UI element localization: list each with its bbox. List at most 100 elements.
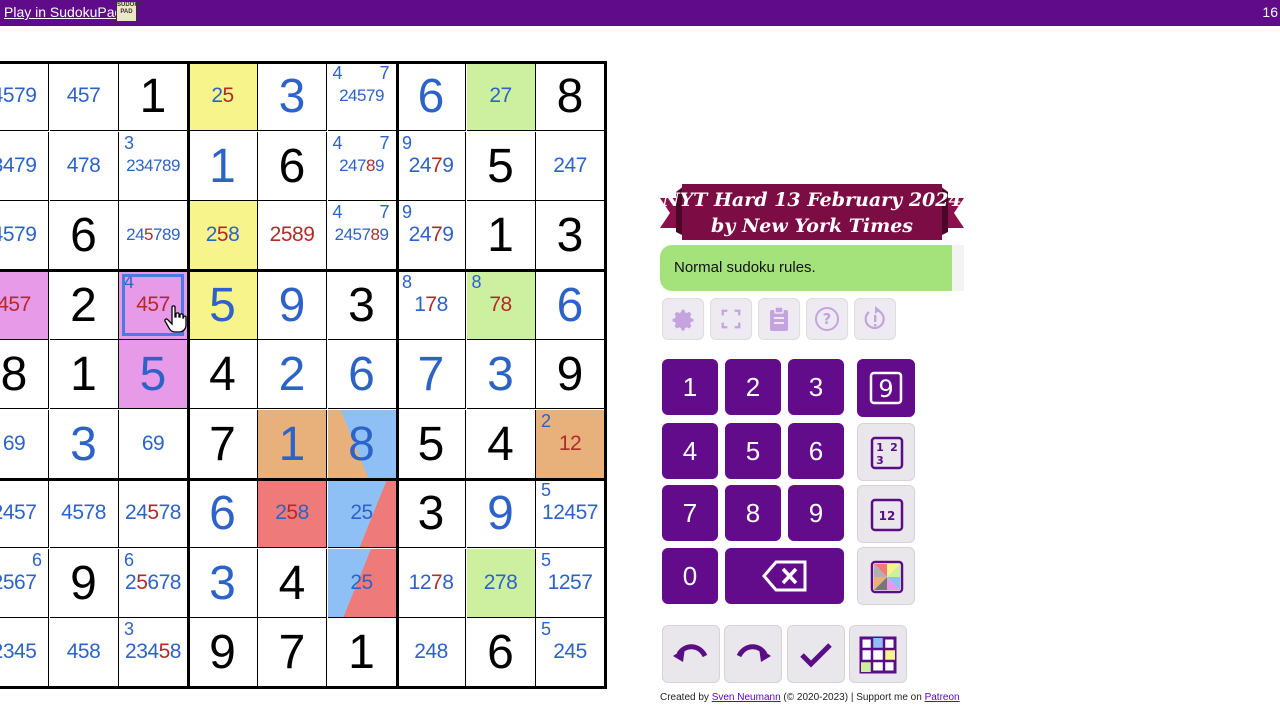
grid-cell-r1c1[interactable]: 4579	[0, 62, 49, 131]
grid-cell-r2c7[interactable]: 24799	[397, 131, 466, 201]
grid-cell-r2c1[interactable]: 3479	[0, 131, 49, 201]
grid-cell-r7c5[interactable]: 258	[258, 479, 327, 548]
grid-cell-r4c9[interactable]: 6	[536, 270, 605, 340]
check-button[interactable]	[787, 625, 845, 683]
grid-cell-r6c4[interactable]: 7	[188, 409, 258, 479]
grid-cell-r1c4[interactable]: 25	[188, 62, 258, 131]
grid-cell-r1c9[interactable]: 8	[536, 62, 605, 131]
digit-key-0[interactable]: 0	[662, 548, 718, 604]
grid-cell-r9c5[interactable]: 7	[258, 618, 327, 687]
grid-cell-r5c8[interactable]: 3	[466, 340, 536, 409]
restart-button[interactable]	[854, 298, 896, 340]
grid-cell-r8c5[interactable]: 4	[258, 548, 327, 618]
grid-cell-r5c4[interactable]: 4	[188, 340, 258, 409]
grid-cell-r1c5[interactable]: 3	[258, 62, 327, 131]
grid-cell-r4c6[interactable]: 3	[327, 270, 397, 340]
corner-mode-button[interactable]: 123	[857, 423, 915, 481]
grid-cell-r3c7[interactable]: 24799	[397, 201, 466, 270]
sudokupad-logo[interactable]: SUDOKU PAD	[116, 1, 143, 22]
grid-cell-r7c3[interactable]: 24578	[119, 479, 188, 548]
grid-cell-r7c7[interactable]: 3	[397, 479, 466, 548]
digit-key-8[interactable]: 8	[725, 485, 781, 541]
clipboard-button[interactable]	[758, 298, 800, 340]
normal-mode-button[interactable]: 9	[857, 359, 915, 417]
grid-button[interactable]	[849, 625, 907, 683]
author-link[interactable]: Sven Neumann	[712, 692, 781, 703]
centre-mode-button[interactable]: 12	[857, 485, 915, 543]
grid-cell-r9c3[interactable]: 234583	[119, 618, 188, 687]
play-in-sudokupad-link[interactable]: Play in SudokuPad	[4, 4, 122, 20]
grid-cell-r6c9[interactable]: 122	[536, 409, 605, 479]
grid-cell-r7c4[interactable]: 6	[188, 479, 258, 548]
grid-cell-r7c6[interactable]: 25	[327, 479, 397, 548]
grid-cell-r4c5[interactable]: 9	[258, 270, 327, 340]
grid-cell-r1c8[interactable]: 27	[466, 62, 536, 131]
grid-cell-r8c9[interactable]: 12575	[536, 548, 605, 618]
digit-key-3[interactable]: 3	[788, 359, 844, 415]
grid-cell-r5c6[interactable]: 6	[327, 340, 397, 409]
grid-cell-r2c5[interactable]: 6	[258, 131, 327, 201]
grid-cell-r3c3[interactable]: 245789	[119, 201, 188, 270]
delete-button[interactable]	[725, 548, 844, 604]
grid-cell-r9c2[interactable]: 458	[49, 618, 119, 687]
grid-cell-r1c3[interactable]: 1	[119, 62, 188, 131]
grid-cell-r8c6[interactable]: 25	[327, 548, 397, 618]
digit-key-5[interactable]: 5	[725, 423, 781, 479]
grid-cell-r9c7[interactable]: 248	[397, 618, 466, 687]
grid-cell-r2c2[interactable]: 478	[49, 131, 119, 201]
grid-cell-r6c3[interactable]: 69	[119, 409, 188, 479]
grid-cell-r5c2[interactable]: 1	[49, 340, 119, 409]
grid-cell-r7c9[interactable]: 124575	[536, 479, 605, 548]
grid-cell-r4c2[interactable]: 2	[49, 270, 119, 340]
grid-cell-r5c1[interactable]: 8	[0, 340, 49, 409]
grid-cell-r3c6[interactable]: 24578947	[327, 201, 397, 270]
digit-key-6[interactable]: 6	[788, 423, 844, 479]
grid-cell-r8c8[interactable]: 278	[466, 548, 536, 618]
patreon-link[interactable]: Patreon	[925, 692, 960, 703]
grid-cell-r7c1[interactable]: 2457	[0, 479, 49, 548]
grid-cell-r6c2[interactable]: 3	[49, 409, 119, 479]
grid-cell-r4c4[interactable]: 5	[188, 270, 258, 340]
grid-cell-r9c8[interactable]: 6	[466, 618, 536, 687]
digit-key-9[interactable]: 9	[788, 485, 844, 541]
grid-cell-r4c1[interactable]: 457	[0, 270, 49, 340]
grid-cell-r7c2[interactable]: 4578	[49, 479, 119, 548]
grid-cell-r2c9[interactable]: 247	[536, 131, 605, 201]
grid-cell-r6c8[interactable]: 4	[466, 409, 536, 479]
grid-cell-r5c5[interactable]: 2	[258, 340, 327, 409]
digit-key-1[interactable]: 1	[662, 359, 718, 415]
grid-cell-r2c3[interactable]: 2347893	[119, 131, 188, 201]
grid-cell-r9c6[interactable]: 1	[327, 618, 397, 687]
grid-cell-r5c7[interactable]: 7	[397, 340, 466, 409]
grid-cell-r8c2[interactable]: 9	[49, 548, 119, 618]
redo-button[interactable]	[724, 625, 782, 683]
grid-cell-r7c8[interactable]: 9	[466, 479, 536, 548]
grid-cell-r8c7[interactable]: 1278	[397, 548, 466, 618]
grid-cell-r5c9[interactable]: 9	[536, 340, 605, 409]
grid-cell-r8c4[interactable]: 3	[188, 548, 258, 618]
grid-cell-r2c4[interactable]: 1	[188, 131, 258, 201]
grid-cell-r6c7[interactable]: 5	[397, 409, 466, 479]
settings-button[interactable]	[662, 298, 704, 340]
grid-cell-r2c6[interactable]: 2478947	[327, 131, 397, 201]
grid-cell-r3c1[interactable]: 4579	[0, 201, 49, 270]
grid-cell-r3c2[interactable]: 6	[49, 201, 119, 270]
help-button[interactable]: ?	[806, 298, 848, 340]
grid-cell-r3c8[interactable]: 1	[466, 201, 536, 270]
digit-key-2[interactable]: 2	[725, 359, 781, 415]
grid-cell-r9c1[interactable]: 2345	[0, 618, 49, 687]
grid-cell-r2c8[interactable]: 5	[466, 131, 536, 201]
grid-cell-r8c1[interactable]: 25676	[0, 548, 49, 618]
grid-cell-r6c6[interactable]: 8	[327, 409, 397, 479]
grid-cell-r1c6[interactable]: 2457947	[327, 62, 397, 131]
grid-cell-r3c5[interactable]: 2589	[258, 201, 327, 270]
grid-cell-r6c1[interactable]: 69	[0, 409, 49, 479]
grid-cell-r4c7[interactable]: 1788	[397, 270, 466, 340]
grid-cell-r5c3[interactable]: 5	[119, 340, 188, 409]
digit-key-4[interactable]: 4	[662, 423, 718, 479]
grid-cell-r9c9[interactable]: 2455	[536, 618, 605, 687]
colour-mode-button[interactable]	[857, 547, 915, 605]
grid-cell-r1c2[interactable]: 457	[49, 62, 119, 131]
fullscreen-button[interactable]	[710, 298, 752, 340]
undo-button[interactable]	[662, 625, 720, 683]
